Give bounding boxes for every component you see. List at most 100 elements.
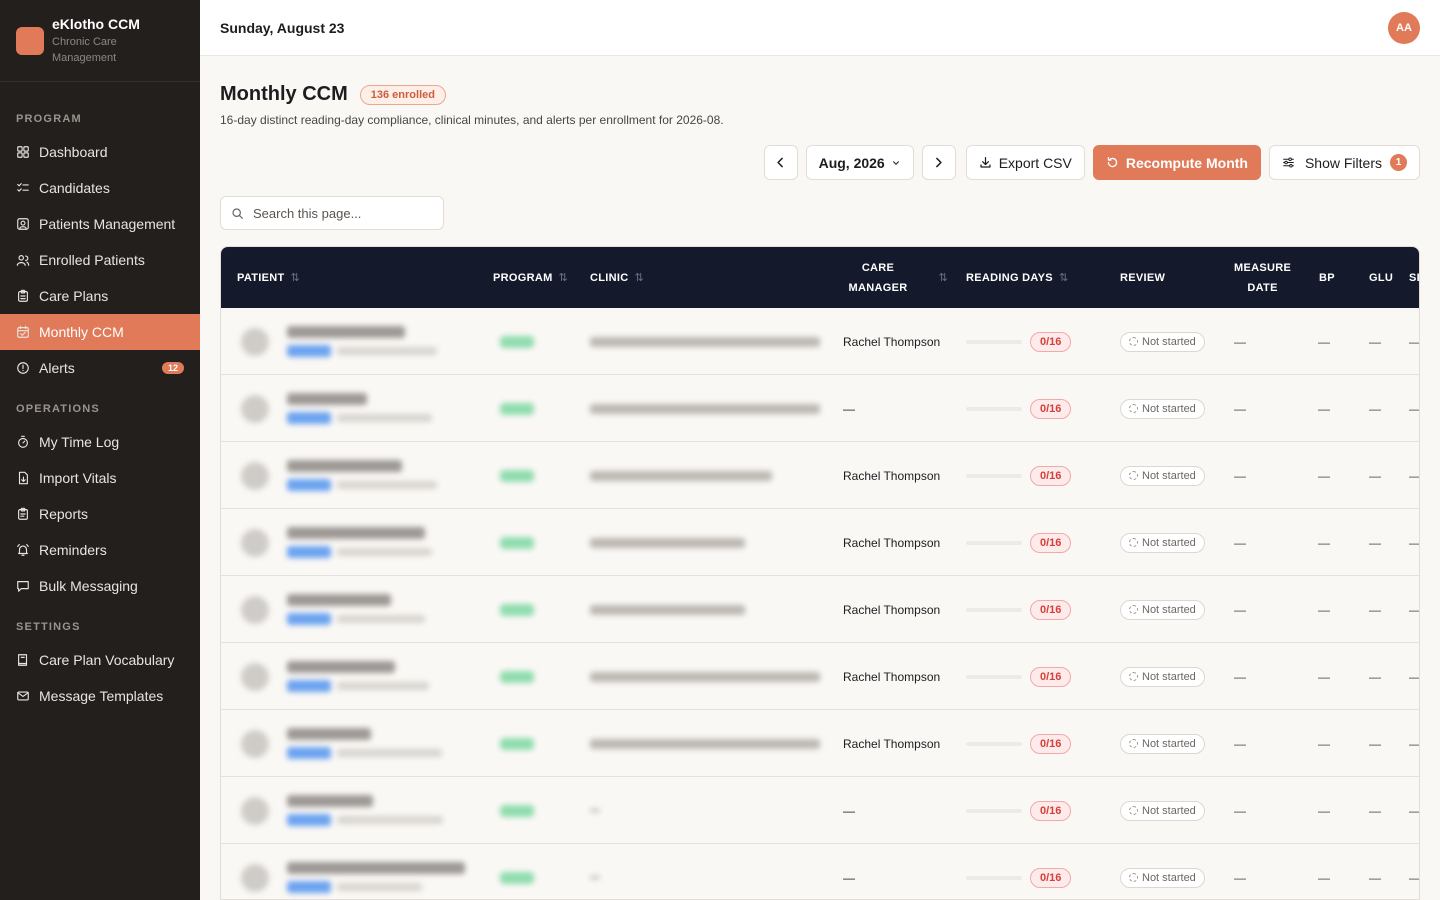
patient-cell-redacted[interactable]: [241, 777, 443, 844]
sidebar-item-reports[interactable]: Reports: [0, 496, 200, 532]
sidebar-item-dashboard[interactable]: Dashboard: [0, 134, 200, 170]
review-status-badge[interactable]: Not started: [1120, 733, 1205, 754]
user-avatar[interactable]: AA: [1388, 12, 1420, 44]
patient-meta-redacted: [337, 481, 437, 490]
clinic-name-redacted: [590, 738, 820, 749]
table-row[interactable]: Rachel Thompson 0/16 Not started — — — —: [221, 509, 1419, 576]
reading-days-badge: 0/16: [1030, 800, 1072, 821]
brand[interactable]: eKlotho CCM Chronic Care Management: [0, 0, 200, 82]
recompute-month-button[interactable]: Recompute Month: [1092, 145, 1261, 180]
sidebar-item-candidates[interactable]: Candidates: [0, 170, 200, 206]
sidebar-item-message-templates[interactable]: Message Templates: [0, 678, 200, 714]
clinic-name-redacted: [590, 403, 820, 414]
sidebar-item-label: Care Plan Vocabulary: [39, 652, 175, 668]
monthly-ccm-table: PATIENT ⇅ PROGRAM ⇅ CLINIC ⇅ CARE MANAGER ⇅ READI…: [220, 246, 1420, 900]
column-header-program[interactable]: PROGRAM ⇅: [493, 247, 568, 308]
more-cell: —: [1409, 870, 1420, 885]
patient-cell-redacted[interactable]: [241, 710, 442, 777]
clinic-cell: [590, 375, 820, 442]
month-select-label: Aug, 2026: [818, 154, 885, 171]
column-header-patient[interactable]: PATIENT ⇅: [237, 247, 300, 308]
title-row: Monthly CCM 136 enrolled: [220, 83, 446, 106]
sidebar-item-alerts[interactable]: Alerts 12: [0, 350, 200, 386]
main-content: Monthly CCM 136 enrolled 16-day distinct…: [200, 56, 1440, 900]
review-status-badge[interactable]: Not started: [1120, 532, 1205, 553]
pending-circle-icon: [1129, 605, 1138, 614]
sidebar-item-label: Patients Management: [39, 216, 176, 232]
column-header-care-manager[interactable]: CARE MANAGER ⇅: [843, 247, 948, 308]
clinic-cell: [590, 576, 745, 643]
mail-icon: [16, 689, 30, 703]
search-box[interactable]: [220, 196, 444, 230]
sidebar-item-bulk-messaging[interactable]: Bulk Messaging: [0, 568, 200, 604]
sidebar-item-reminders[interactable]: Reminders: [0, 532, 200, 568]
month-select[interactable]: Aug, 2026: [805, 145, 914, 180]
more-cell: —: [1409, 468, 1420, 483]
reading-days-cell: 0/16: [966, 844, 1072, 899]
clinic-cell: [590, 777, 600, 844]
table-row[interactable]: — 0/16 Not started — — — —: [221, 777, 1419, 844]
prev-month-button[interactable]: [763, 145, 798, 180]
table-row[interactable]: Rachel Thompson 0/16 Not started — — — —: [221, 710, 1419, 777]
patient-cell-redacted[interactable]: [241, 509, 432, 576]
program-cell: [500, 509, 534, 576]
table-row[interactable]: Rachel Thompson 0/16 Not started — — — —: [221, 643, 1419, 710]
column-header-clinic[interactable]: CLINIC ⇅: [590, 247, 644, 308]
table-row[interactable]: — 0/16 Not started — — — —: [221, 844, 1420, 899]
sidebar-item-label: Import Vitals: [39, 470, 117, 486]
glu-cell: —: [1369, 870, 1381, 885]
patient-name-redacted: [287, 861, 465, 874]
sidebar-item-my-time-log[interactable]: My Time Log: [0, 424, 200, 460]
refresh-icon: [1107, 156, 1118, 168]
sidebar-item-patients-management[interactable]: Patients Management: [0, 206, 200, 242]
glu-cell: —: [1369, 736, 1381, 751]
review-status-badge[interactable]: Not started: [1120, 398, 1205, 419]
search-input[interactable]: [253, 205, 433, 221]
table-row[interactable]: Rachel Thompson 0/16 Not started — — — —: [221, 576, 1419, 643]
sidebar-item-enrolled-patients[interactable]: Enrolled Patients: [0, 242, 200, 278]
reading-days-progress-bar: [966, 741, 1022, 746]
patient-cell-redacted[interactable]: [241, 844, 465, 899]
column-label-line: CARE: [861, 261, 895, 274]
sidebar-item-import-vitals[interactable]: Import Vitals: [0, 460, 200, 496]
review-status-badge[interactable]: Not started: [1120, 666, 1205, 687]
care-manager-cell: Rachel Thompson: [843, 468, 941, 483]
patient-name-redacted: [287, 526, 425, 539]
review-status-badge[interactable]: Not started: [1120, 331, 1205, 352]
sidebar-item-label: Monthly CCM: [39, 324, 124, 340]
review-cell: Not started: [1120, 643, 1205, 710]
patient-cell-redacted[interactable]: [241, 308, 437, 375]
patient-cell-redacted[interactable]: [241, 643, 429, 710]
more-cell: —: [1409, 803, 1420, 818]
review-status-badge[interactable]: Not started: [1120, 800, 1205, 821]
table-row[interactable]: — 0/16 Not started — — — —: [221, 375, 1419, 442]
table-row[interactable]: Rachel Thompson 0/16 Not started — — — —: [221, 442, 1419, 509]
sidebar-item-care-plans[interactable]: Care Plans: [0, 278, 200, 314]
review-cell: Not started: [1120, 710, 1205, 777]
column-label: GLU: [1369, 271, 1394, 284]
sidebar-item-care-plan-vocabulary[interactable]: Care Plan Vocabulary: [0, 642, 200, 678]
next-month-button[interactable]: [921, 145, 956, 180]
review-status-label: Not started: [1142, 536, 1196, 549]
column-header-reading-days[interactable]: READING DAYS ⇅: [966, 247, 1068, 308]
export-csv-button[interactable]: Export CSV: [965, 145, 1085, 180]
column-label-line: MEASURE: [1234, 261, 1292, 274]
review-status-badge[interactable]: Not started: [1120, 465, 1205, 486]
column-header-measure-date: MEASURE DATE: [1234, 247, 1291, 308]
patient-meta-redacted: [337, 883, 422, 892]
review-status-badge[interactable]: Not started: [1120, 599, 1205, 620]
patient-cell-redacted[interactable]: [241, 442, 437, 509]
patient-cell-redacted[interactable]: [241, 576, 425, 643]
brand-title: eKlotho CCM: [52, 15, 140, 32]
show-filters-button[interactable]: Show Filters 1: [1268, 145, 1420, 180]
review-status-badge[interactable]: Not started: [1120, 867, 1205, 888]
sidebar-item-monthly-ccm[interactable]: Monthly CCM: [0, 314, 200, 350]
brand-subtitle-line1: Chronic Care: [52, 35, 117, 48]
export-csv-label: Export CSV: [998, 154, 1072, 171]
more-cell: —: [1409, 602, 1420, 617]
patient-cell-redacted[interactable]: [241, 375, 432, 442]
pending-circle-icon: [1129, 806, 1138, 815]
patient-name-redacted: [287, 794, 373, 807]
table-row[interactable]: Rachel Thompson 0/16 Not started — — — —: [221, 308, 1419, 375]
clinic-name-redacted: [590, 604, 745, 615]
